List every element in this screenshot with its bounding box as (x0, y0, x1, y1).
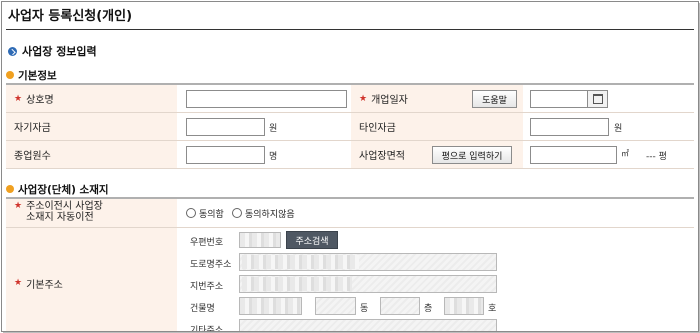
arrow-bullet-icon (8, 47, 17, 56)
pyeong-display: --- 평 (646, 152, 667, 162)
other-capital-input[interactable] (530, 118, 609, 136)
other-address-label: 기타주소 (190, 326, 224, 332)
pyeong-input-button[interactable]: 평으로 입력하기 (432, 146, 512, 164)
agree-radio[interactable]: 동의함 (186, 207, 224, 220)
required-icon: ★ (14, 201, 23, 211)
row-auto-move: ★ 주소이전시 사업장 소재지 자동이전 동의함 동의하지않음 (6, 199, 694, 228)
employees-unit: 명 (269, 152, 278, 162)
postal-code-label: 우편번호 (190, 238, 224, 248)
building-name-field (239, 297, 302, 315)
calendar-button[interactable] (588, 90, 608, 108)
basic-info-title-text: 기본정보 (18, 70, 57, 82)
row-employees: 종업원수 명 사업장면적 평으로 입력하기 ㎡ --- 평 (6, 141, 694, 169)
base-address-label: ★ 기본주소 (6, 228, 177, 331)
floor-field (380, 297, 420, 315)
dong-field (315, 297, 356, 315)
area-input[interactable] (530, 146, 617, 164)
area-unit: ㎡ (621, 149, 629, 158)
radio-icon (232, 208, 242, 218)
ho-field (444, 297, 484, 315)
auto-move-label: ★ 주소이전시 사업장 소재지 자동이전 (6, 199, 177, 227)
own-capital-label: 자기자금 (6, 113, 177, 140)
basic-info-table: ★ 상호명 ★ 개업일자 도움말 자기자금 원 타인자금 원 종업원수 명 사업장면… (6, 83, 694, 169)
help-button[interactable]: 도움말 (472, 90, 517, 108)
required-icon: ★ (14, 278, 23, 288)
road-address-value (242, 255, 359, 269)
own-capital-input[interactable] (186, 118, 265, 136)
building-label: 건물명 (190, 304, 215, 314)
required-icon: ★ (359, 93, 368, 104)
page-title: 사업자 등록신청(개인) (8, 9, 133, 24)
location-table: ★ 주소이전시 사업장 소재지 자동이전 동의함 동의하지않음 ★ 기본주소 우편번… (6, 197, 694, 332)
section-title: 사업장 정보입력 (8, 43, 97, 59)
registration-window: 사업자 등록신청(개인) 사업장 정보입력 기본정보 ★ 상호명 ★ 개업일자 도움… (1, 1, 699, 332)
employees-input[interactable] (186, 146, 265, 164)
bullet-icon (6, 71, 14, 79)
other-address-input[interactable] (239, 319, 497, 331)
basic-info-title: 기본정보 (6, 68, 57, 83)
location-title-text: 사업장(단체) 소재지 (18, 184, 109, 196)
lot-address-label: 지번주소 (190, 282, 224, 292)
lot-address-value (242, 277, 352, 291)
required-icon: ★ (14, 93, 23, 104)
bullet-icon (6, 185, 14, 193)
other-capital-unit: 원 (614, 124, 623, 134)
trade-name-label: ★ 상호명 (6, 85, 177, 112)
location-title: 사업장(단체) 소재지 (6, 182, 109, 197)
postal-code-field (239, 232, 281, 248)
section-title-text: 사업장 정보입력 (22, 45, 97, 58)
employees-label: 종업원수 (6, 141, 177, 168)
row-base-address: ★ 기본주소 우편번호 주소검색 도로명주소 지번주소 건물명 동 층 호 기타주… (6, 228, 694, 332)
other-capital-label: 타인자금 (351, 113, 523, 140)
dong-unit: 동 (360, 304, 369, 314)
own-capital-unit: 원 (269, 124, 278, 134)
floor-unit: 층 (424, 304, 433, 314)
calendar-icon (592, 94, 603, 104)
radio-icon (186, 208, 196, 218)
title-divider (6, 29, 694, 30)
disagree-radio[interactable]: 동의하지않음 (232, 207, 295, 220)
row-trade-name: ★ 상호명 ★ 개업일자 도움말 (6, 85, 694, 113)
trade-name-input[interactable] (186, 90, 347, 108)
road-address-label: 도로명주소 (190, 260, 232, 270)
address-search-button[interactable]: 주소검색 (286, 231, 338, 249)
open-date-input[interactable] (530, 90, 588, 108)
row-capital: 자기자금 원 타인자금 원 (6, 113, 694, 141)
ho-unit: 호 (488, 304, 497, 314)
